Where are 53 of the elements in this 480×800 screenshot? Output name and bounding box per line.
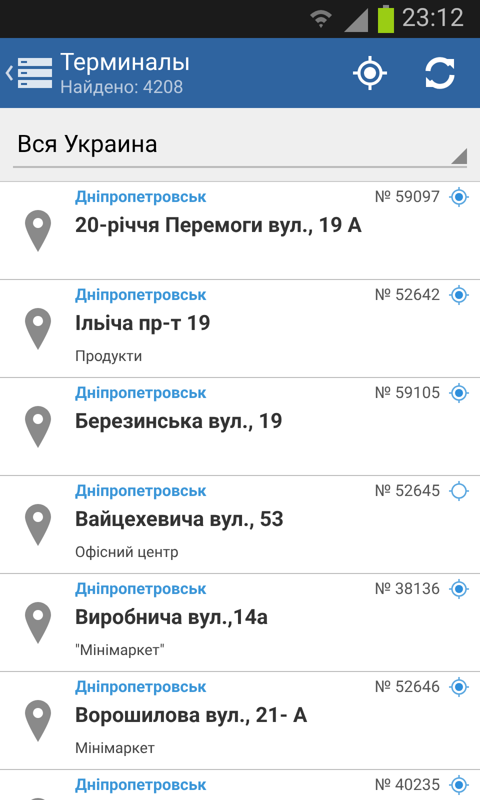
list-icon (18, 58, 52, 88)
terminal-address: Березинська вул., 19 (75, 409, 284, 436)
terminal-note: Продукти (75, 346, 144, 366)
results-count: Найдено: 4208 (60, 76, 184, 100)
terminal-list-item[interactable]: Дніпропетровськ № 38136 Виробнича вул.,14а "Мінімаркет" (0, 574, 480, 672)
terminal-note: "Мінімаркет" (75, 640, 166, 660)
terminal-list-item[interactable]: Дніпропетровськ № 59097 20-річчя Перемоги вул., 19 А (0, 182, 480, 280)
location-target-icon[interactable] (448, 774, 470, 796)
terminal-list-item[interactable]: Дніпропетровськ № 52646 Ворошилова вул., 21- А Мінімаркет (0, 672, 480, 770)
city-label: Дніпропетровськ (75, 186, 208, 208)
terminal-address: Ворошилова вул., 21- А (75, 703, 308, 730)
crosshair-icon (351, 54, 389, 92)
location-target-icon[interactable] (448, 578, 470, 600)
map-pin-icon (24, 700, 50, 742)
clock: 23:12 (402, 3, 464, 36)
target-outline-icon[interactable] (448, 480, 470, 502)
terminal-number: № 52645 (374, 480, 440, 502)
city-label: Дніпропетровськ (75, 382, 208, 404)
terminal-note: Мінімаркет (75, 738, 156, 758)
location-target-icon[interactable] (448, 284, 470, 306)
terminal-address: Виробнича вул.,14а (75, 605, 270, 632)
city-label: Дніпропетровськ (75, 284, 208, 306)
screen-title: Терминалы (60, 46, 190, 77)
terminal-address: 20-річчя Перемоги вул., 19 А (75, 213, 363, 240)
city-label: Дніпропетровськ (75, 774, 208, 796)
terminal-number: № 38136 (374, 578, 440, 600)
terminal-number: № 52642 (374, 284, 440, 306)
city-label: Дніпропетровськ (75, 676, 208, 698)
terminal-note: Офісний центр (75, 542, 180, 562)
terminal-number: № 59105 (374, 382, 440, 404)
terminal-list-item[interactable]: Дніпропетровськ № 52645 Вайцехевича вул., 53 Офісний центр (0, 476, 480, 574)
city-label: Дніпропетровськ (75, 578, 208, 600)
signal-icon (342, 6, 370, 32)
terminal-number: № 59097 (374, 186, 440, 208)
back-chevron-icon (4, 63, 14, 83)
map-pin-icon (24, 602, 50, 644)
terminal-address: Вайцехевича вул., 53 (75, 507, 285, 534)
dropdown-corner-icon (451, 148, 467, 164)
city-label: Дніпропетровськ (75, 480, 208, 502)
map-pin-icon (24, 308, 50, 350)
location-target-icon[interactable] (448, 186, 470, 208)
map-pin-icon (24, 210, 50, 252)
map-pin-icon (24, 504, 50, 546)
terminal-number: № 52646 (374, 676, 440, 698)
location-target-icon[interactable] (448, 676, 470, 698)
terminal-address: Ільіча пр-т 19 (75, 311, 212, 338)
terminal-number: № 40235 (374, 774, 440, 796)
terminal-list-item[interactable]: Дніпропетровськ № 59105 Березинська вул., 19 (0, 378, 480, 476)
location-target-icon[interactable] (448, 382, 470, 404)
battery-icon (378, 5, 394, 33)
terminal-list-item[interactable]: Дніпропетровськ № 52642 Ільіча пр-т 19 Продукти (0, 280, 480, 378)
terminal-list-item[interactable]: Дніпропетровськ № 40235 (0, 770, 480, 800)
map-pin-icon (24, 406, 50, 448)
